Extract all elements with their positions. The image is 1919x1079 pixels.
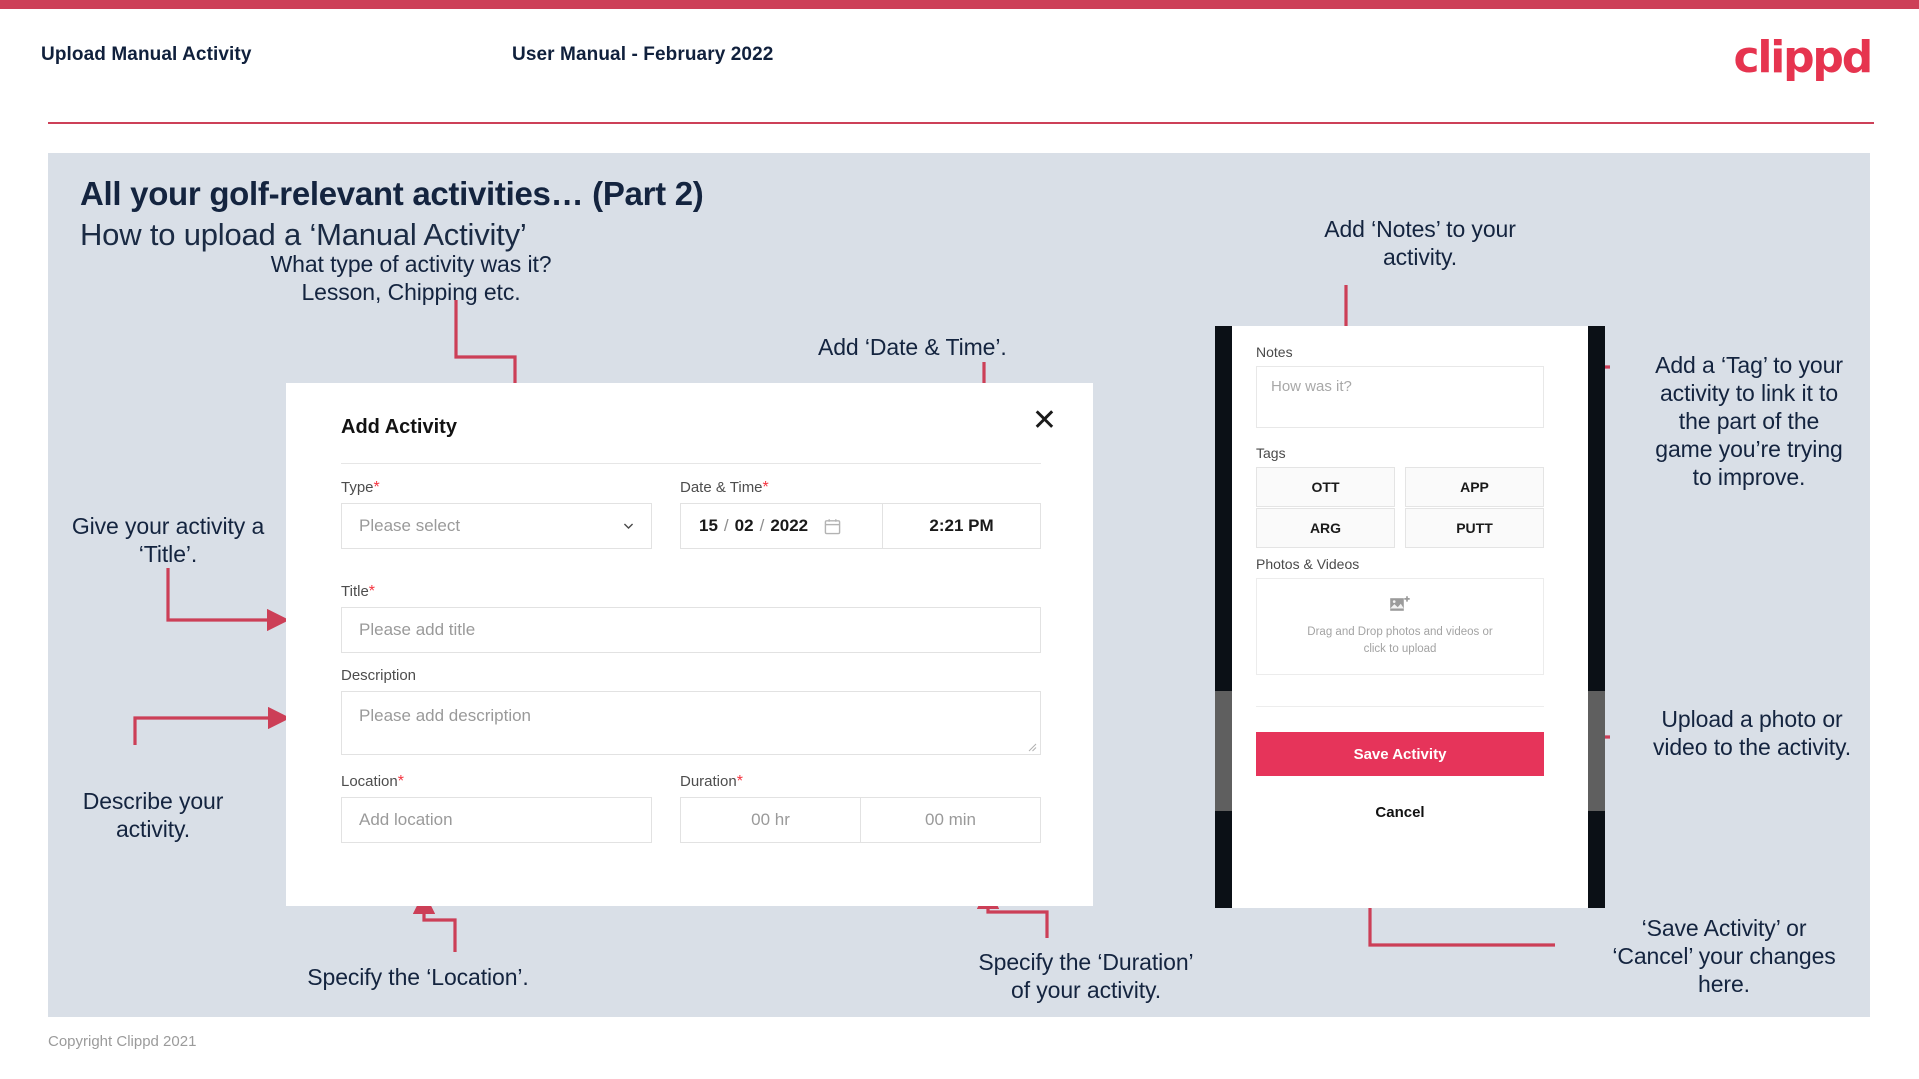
phone-bezel-left bbox=[1215, 326, 1232, 908]
datetime-label-text: Date & Time bbox=[680, 479, 763, 496]
annotation-location: Specify the ‘Location’. bbox=[307, 964, 529, 990]
close-icon[interactable]: ✕ bbox=[1032, 406, 1057, 436]
phone-screen: Notes How was it? Tags OTT APP ARG PUTT … bbox=[1232, 326, 1588, 908]
copyright-text: Copyright Clippd 2021 bbox=[48, 1033, 197, 1050]
duration-field: 00 hr 00 min bbox=[680, 797, 1041, 843]
title-field-label: Title* bbox=[341, 583, 375, 601]
dialog-header-divider bbox=[341, 463, 1041, 464]
type-field-label: Type* bbox=[341, 479, 380, 497]
header-divider bbox=[48, 122, 1874, 124]
title-placeholder: Please add title bbox=[359, 620, 476, 639]
duration-minutes-input[interactable]: 00 min bbox=[861, 798, 1040, 842]
notes-placeholder: How was it? bbox=[1271, 378, 1352, 395]
phone-divider bbox=[1256, 706, 1544, 707]
save-activity-button[interactable]: Save Activity bbox=[1256, 732, 1544, 776]
notes-label: Notes bbox=[1256, 344, 1293, 360]
tag-ott[interactable]: OTT bbox=[1256, 467, 1395, 507]
title-input[interactable]: Please add title bbox=[341, 607, 1041, 653]
date-sep-1: / bbox=[723, 516, 729, 535]
type-label-text: Type bbox=[341, 479, 374, 496]
header-center-title: User Manual - February 2022 bbox=[512, 44, 774, 65]
slide-title-line2: How to upload a ‘Manual Activity’ bbox=[80, 217, 527, 252]
annotation-upload: Upload a photo or video to the activity. bbox=[1652, 706, 1852, 761]
duration-field-label: Duration* bbox=[680, 773, 743, 791]
phone-mockup: Notes How was it? Tags OTT APP ARG PUTT … bbox=[1215, 326, 1605, 908]
add-activity-dialog: Add Activity ✕ Type* Please select Date … bbox=[286, 383, 1093, 906]
datetime-field-label: Date & Time* bbox=[680, 479, 769, 497]
phone-bezel-right bbox=[1588, 326, 1605, 908]
slide-title-line1: All your golf-relevant activities… (Part… bbox=[80, 175, 704, 212]
annotation-title: Give your activity a ‘Title’. bbox=[71, 513, 265, 568]
photo-upload-dropzone[interactable]: Drag and Drop photos and videos or click… bbox=[1256, 578, 1544, 675]
dropzone-line-2: click to upload bbox=[1363, 643, 1437, 655]
phone-side-button-left bbox=[1215, 691, 1232, 811]
date-year: 2022 bbox=[770, 516, 809, 535]
tag-putt[interactable]: PUTT bbox=[1405, 508, 1544, 548]
description-textarea[interactable]: Please add description bbox=[341, 691, 1041, 755]
location-label-text: Location bbox=[341, 773, 398, 790]
annotation-type: What type of activity was it? Lesson, Chi… bbox=[270, 251, 552, 306]
type-required-marker: * bbox=[373, 479, 380, 496]
location-input[interactable]: Add location bbox=[341, 797, 652, 843]
cancel-button[interactable]: Cancel bbox=[1256, 804, 1544, 821]
dropzone-line-1: Drag and Drop photos and videos or bbox=[1307, 625, 1493, 638]
annotation-description: Describe your activity. bbox=[82, 788, 224, 843]
top-accent-bar bbox=[0, 0, 1919, 9]
tag-app[interactable]: APP bbox=[1405, 467, 1544, 507]
calendar-icon[interactable] bbox=[824, 518, 841, 535]
date-sep-2: / bbox=[759, 516, 765, 535]
time-input[interactable]: 2:21 PM bbox=[883, 504, 1040, 548]
description-placeholder: Please add description bbox=[359, 706, 532, 725]
date-month: 02 bbox=[734, 516, 754, 535]
dropzone-text: Drag and Drop photos and videos or click… bbox=[1307, 624, 1492, 659]
title-label-text: Title bbox=[341, 583, 369, 600]
resize-grip-icon[interactable] bbox=[1027, 742, 1037, 752]
duration-hours-input[interactable]: 00 hr bbox=[681, 798, 861, 842]
title-required-marker: * bbox=[368, 583, 376, 600]
clippd-logo: clippd bbox=[1733, 32, 1873, 83]
dialog-title: Add Activity bbox=[341, 416, 457, 438]
type-select[interactable]: Please select bbox=[341, 503, 652, 549]
annotation-save: ‘Save Activity’ or ‘Cancel’ your changes h… bbox=[1612, 915, 1836, 998]
annotation-tag: Add a ‘Tag’ to your activity to link it t… bbox=[1655, 352, 1843, 491]
date-input[interactable]: 15 / 02 / 2022 bbox=[681, 504, 882, 548]
notes-textarea[interactable]: How was it? bbox=[1256, 366, 1544, 428]
annotation-notes: Add ‘Notes’ to your activity. bbox=[1324, 216, 1516, 271]
description-field-label: Description bbox=[341, 667, 416, 684]
annotation-datetime: Add ‘Date & Time’. bbox=[818, 334, 1007, 360]
annotation-duration: Specify the ‘Duration’ of your activity. bbox=[978, 949, 1194, 1004]
datetime-field[interactable]: 15 / 02 / 2022 2:21 PM bbox=[680, 503, 1041, 549]
tags-label: Tags bbox=[1256, 445, 1286, 461]
chevron-down-icon bbox=[623, 523, 634, 530]
date-day: 15 bbox=[699, 516, 718, 535]
duration-label-text: Duration bbox=[680, 773, 737, 790]
type-placeholder: Please select bbox=[359, 516, 461, 535]
location-required-marker: * bbox=[397, 773, 404, 790]
location-placeholder: Add location bbox=[359, 810, 453, 829]
description-label-text: Description bbox=[341, 667, 417, 684]
duration-required-marker: * bbox=[736, 773, 743, 790]
datetime-required-marker: * bbox=[762, 479, 769, 496]
tag-arg[interactable]: ARG bbox=[1256, 508, 1395, 548]
photos-videos-label: Photos & Videos bbox=[1256, 556, 1360, 572]
phone-side-button-right bbox=[1588, 691, 1605, 811]
location-field-label: Location* bbox=[341, 773, 404, 791]
add-image-icon bbox=[1390, 595, 1410, 611]
header-left-title: Upload Manual Activity bbox=[41, 44, 252, 65]
slide-page: Upload Manual Activity User Manual - Feb… bbox=[0, 0, 1919, 1079]
